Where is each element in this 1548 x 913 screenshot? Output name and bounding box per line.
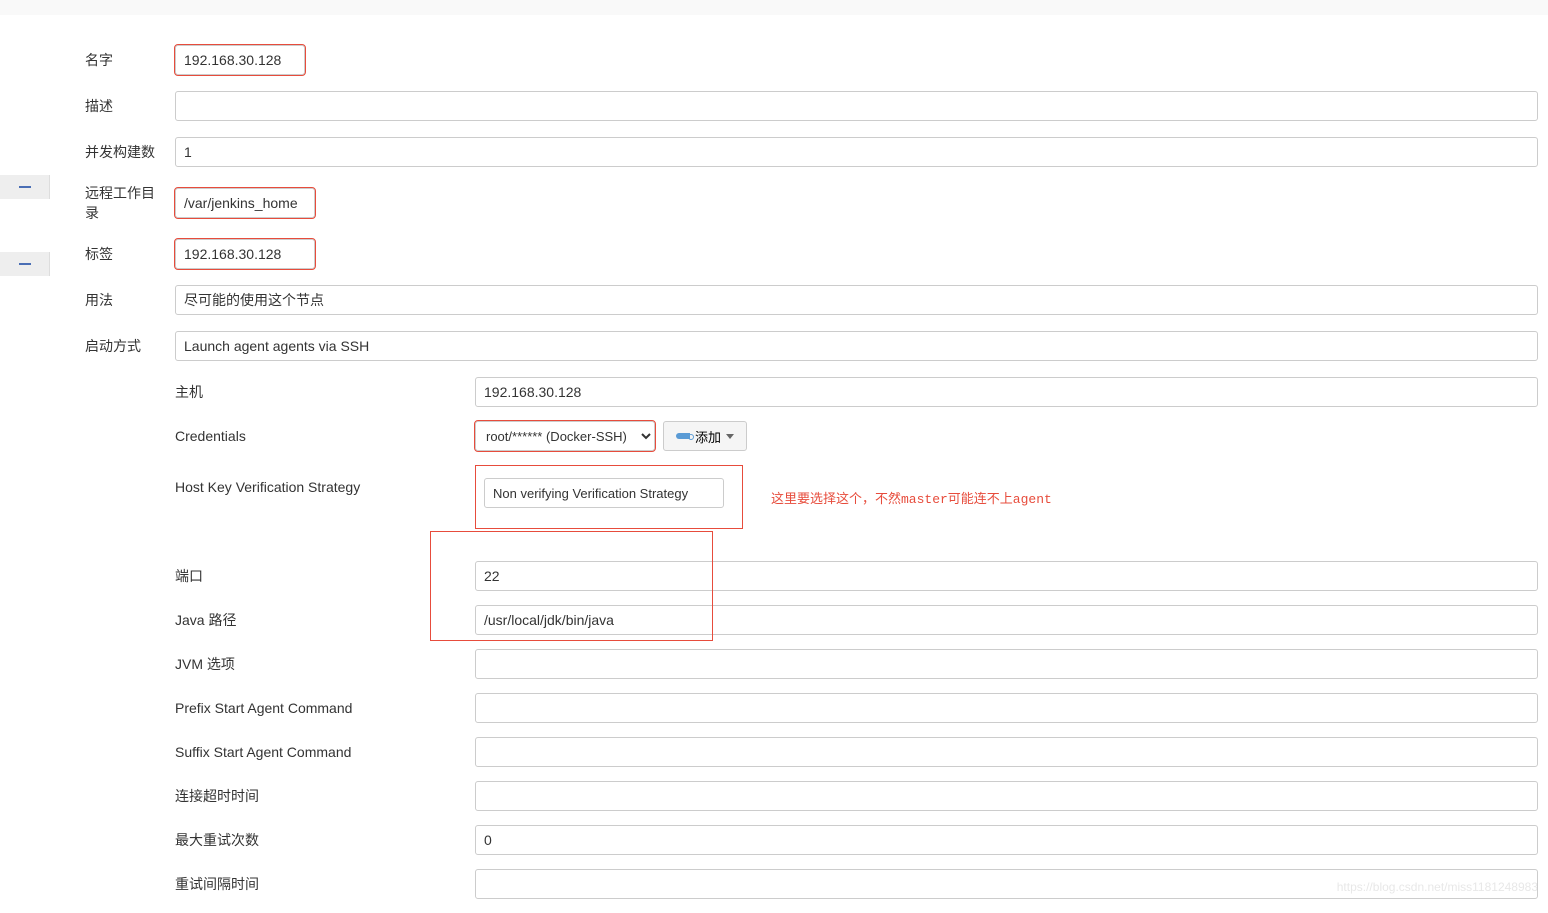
input-conn-timeout[interactable] (475, 781, 1538, 811)
row-description: 描述 (85, 91, 1538, 121)
collapse-button-1[interactable] (0, 175, 50, 199)
select-usage[interactable]: 尽可能的使用这个节点 (175, 285, 1538, 315)
label-labels: 标签 (85, 244, 175, 264)
minus-icon (19, 263, 31, 265)
input-suffix-cmd[interactable] (475, 737, 1538, 767)
select-launch[interactable]: Launch agent agents via SSH (175, 331, 1538, 361)
row-credentials: Credentials root/****** (Docker-SSH) 添加 (175, 421, 1538, 451)
row-prefix-cmd: Prefix Start Agent Command (175, 693, 1538, 723)
row-host: 主机 (175, 377, 1538, 407)
select-credentials[interactable]: root/****** (Docker-SSH) (475, 421, 655, 451)
row-max-retries: 最大重试次数 (175, 825, 1538, 855)
label-max-retries: 最大重试次数 (175, 830, 475, 850)
row-java-path: Java 路径 (175, 605, 1538, 635)
input-remote-root[interactable] (175, 188, 315, 218)
label-java-path: Java 路径 (175, 610, 475, 630)
node-config-form: 名字 描述 并发构建数 远程工作目录 标签 用法 尽可能的使用这个节点 (85, 15, 1538, 899)
watermark: https://blog.csdn.net/miss1181248983 (1337, 880, 1538, 894)
label-port: 端口 (175, 566, 475, 586)
label-usage: 用法 (85, 290, 175, 310)
input-labels[interactable] (175, 239, 315, 269)
label-retry-wait: 重试间隔时间 (175, 874, 475, 894)
top-bar (0, 0, 1548, 15)
select-host-key[interactable]: Non verifying Verification Strategy (484, 478, 724, 508)
host-key-annotation: 这里要选择这个，不然master可能连不上agent (771, 488, 1052, 507)
label-conn-timeout: 连接超时时间 (175, 786, 475, 806)
input-description[interactable] (175, 91, 1538, 121)
add-credentials-button[interactable]: 添加 (663, 421, 747, 451)
input-name[interactable] (175, 45, 305, 75)
input-jvm-options[interactable] (475, 649, 1538, 679)
row-executors: 并发构建数 (85, 137, 1538, 167)
label-prefix-cmd: Prefix Start Agent Command (175, 700, 475, 716)
row-port: 端口 (175, 561, 1538, 591)
label-host: 主机 (175, 382, 475, 402)
label-jvm-options: JVM 选项 (175, 654, 475, 674)
row-retry-wait: 重试间隔时间 (175, 869, 1538, 899)
label-host-key: Host Key Verification Strategy (175, 465, 475, 495)
label-credentials: Credentials (175, 428, 475, 444)
label-executors: 并发构建数 (85, 142, 175, 162)
port-java-container: 端口 Java 路径 (175, 561, 1538, 635)
label-description: 描述 (85, 96, 175, 116)
row-labels: 标签 (85, 239, 1538, 269)
host-key-highlight-box: Non verifying Verification Strategy (475, 465, 743, 529)
input-java-path[interactable] (475, 605, 1538, 635)
row-host-key: Host Key Verification Strategy Non verif… (175, 465, 1538, 529)
add-button-label: 添加 (695, 427, 721, 446)
input-prefix-cmd[interactable] (475, 693, 1538, 723)
row-remote-root: 远程工作目录 (85, 183, 1538, 223)
chevron-down-icon (726, 434, 734, 439)
row-name: 名字 (85, 45, 1538, 75)
key-icon (676, 433, 690, 439)
label-suffix-cmd: Suffix Start Agent Command (175, 744, 475, 760)
row-launch: 启动方式 Launch agent agents via SSH (85, 331, 1538, 361)
row-suffix-cmd: Suffix Start Agent Command (175, 737, 1538, 767)
input-host[interactable] (475, 377, 1538, 407)
label-remote-root: 远程工作目录 (85, 183, 175, 223)
row-usage: 用法 尽可能的使用这个节点 (85, 285, 1538, 315)
input-port[interactable] (475, 561, 1538, 591)
ssh-section: 主机 Credentials root/****** (Docker-SSH) … (175, 377, 1538, 899)
row-conn-timeout: 连接超时时间 (175, 781, 1538, 811)
label-launch: 启动方式 (85, 336, 175, 356)
collapse-button-2[interactable] (0, 252, 50, 276)
input-max-retries[interactable] (475, 825, 1538, 855)
label-name: 名字 (85, 50, 175, 70)
minus-icon (19, 186, 31, 188)
row-jvm-options: JVM 选项 (175, 649, 1538, 679)
input-executors[interactable] (175, 137, 1538, 167)
